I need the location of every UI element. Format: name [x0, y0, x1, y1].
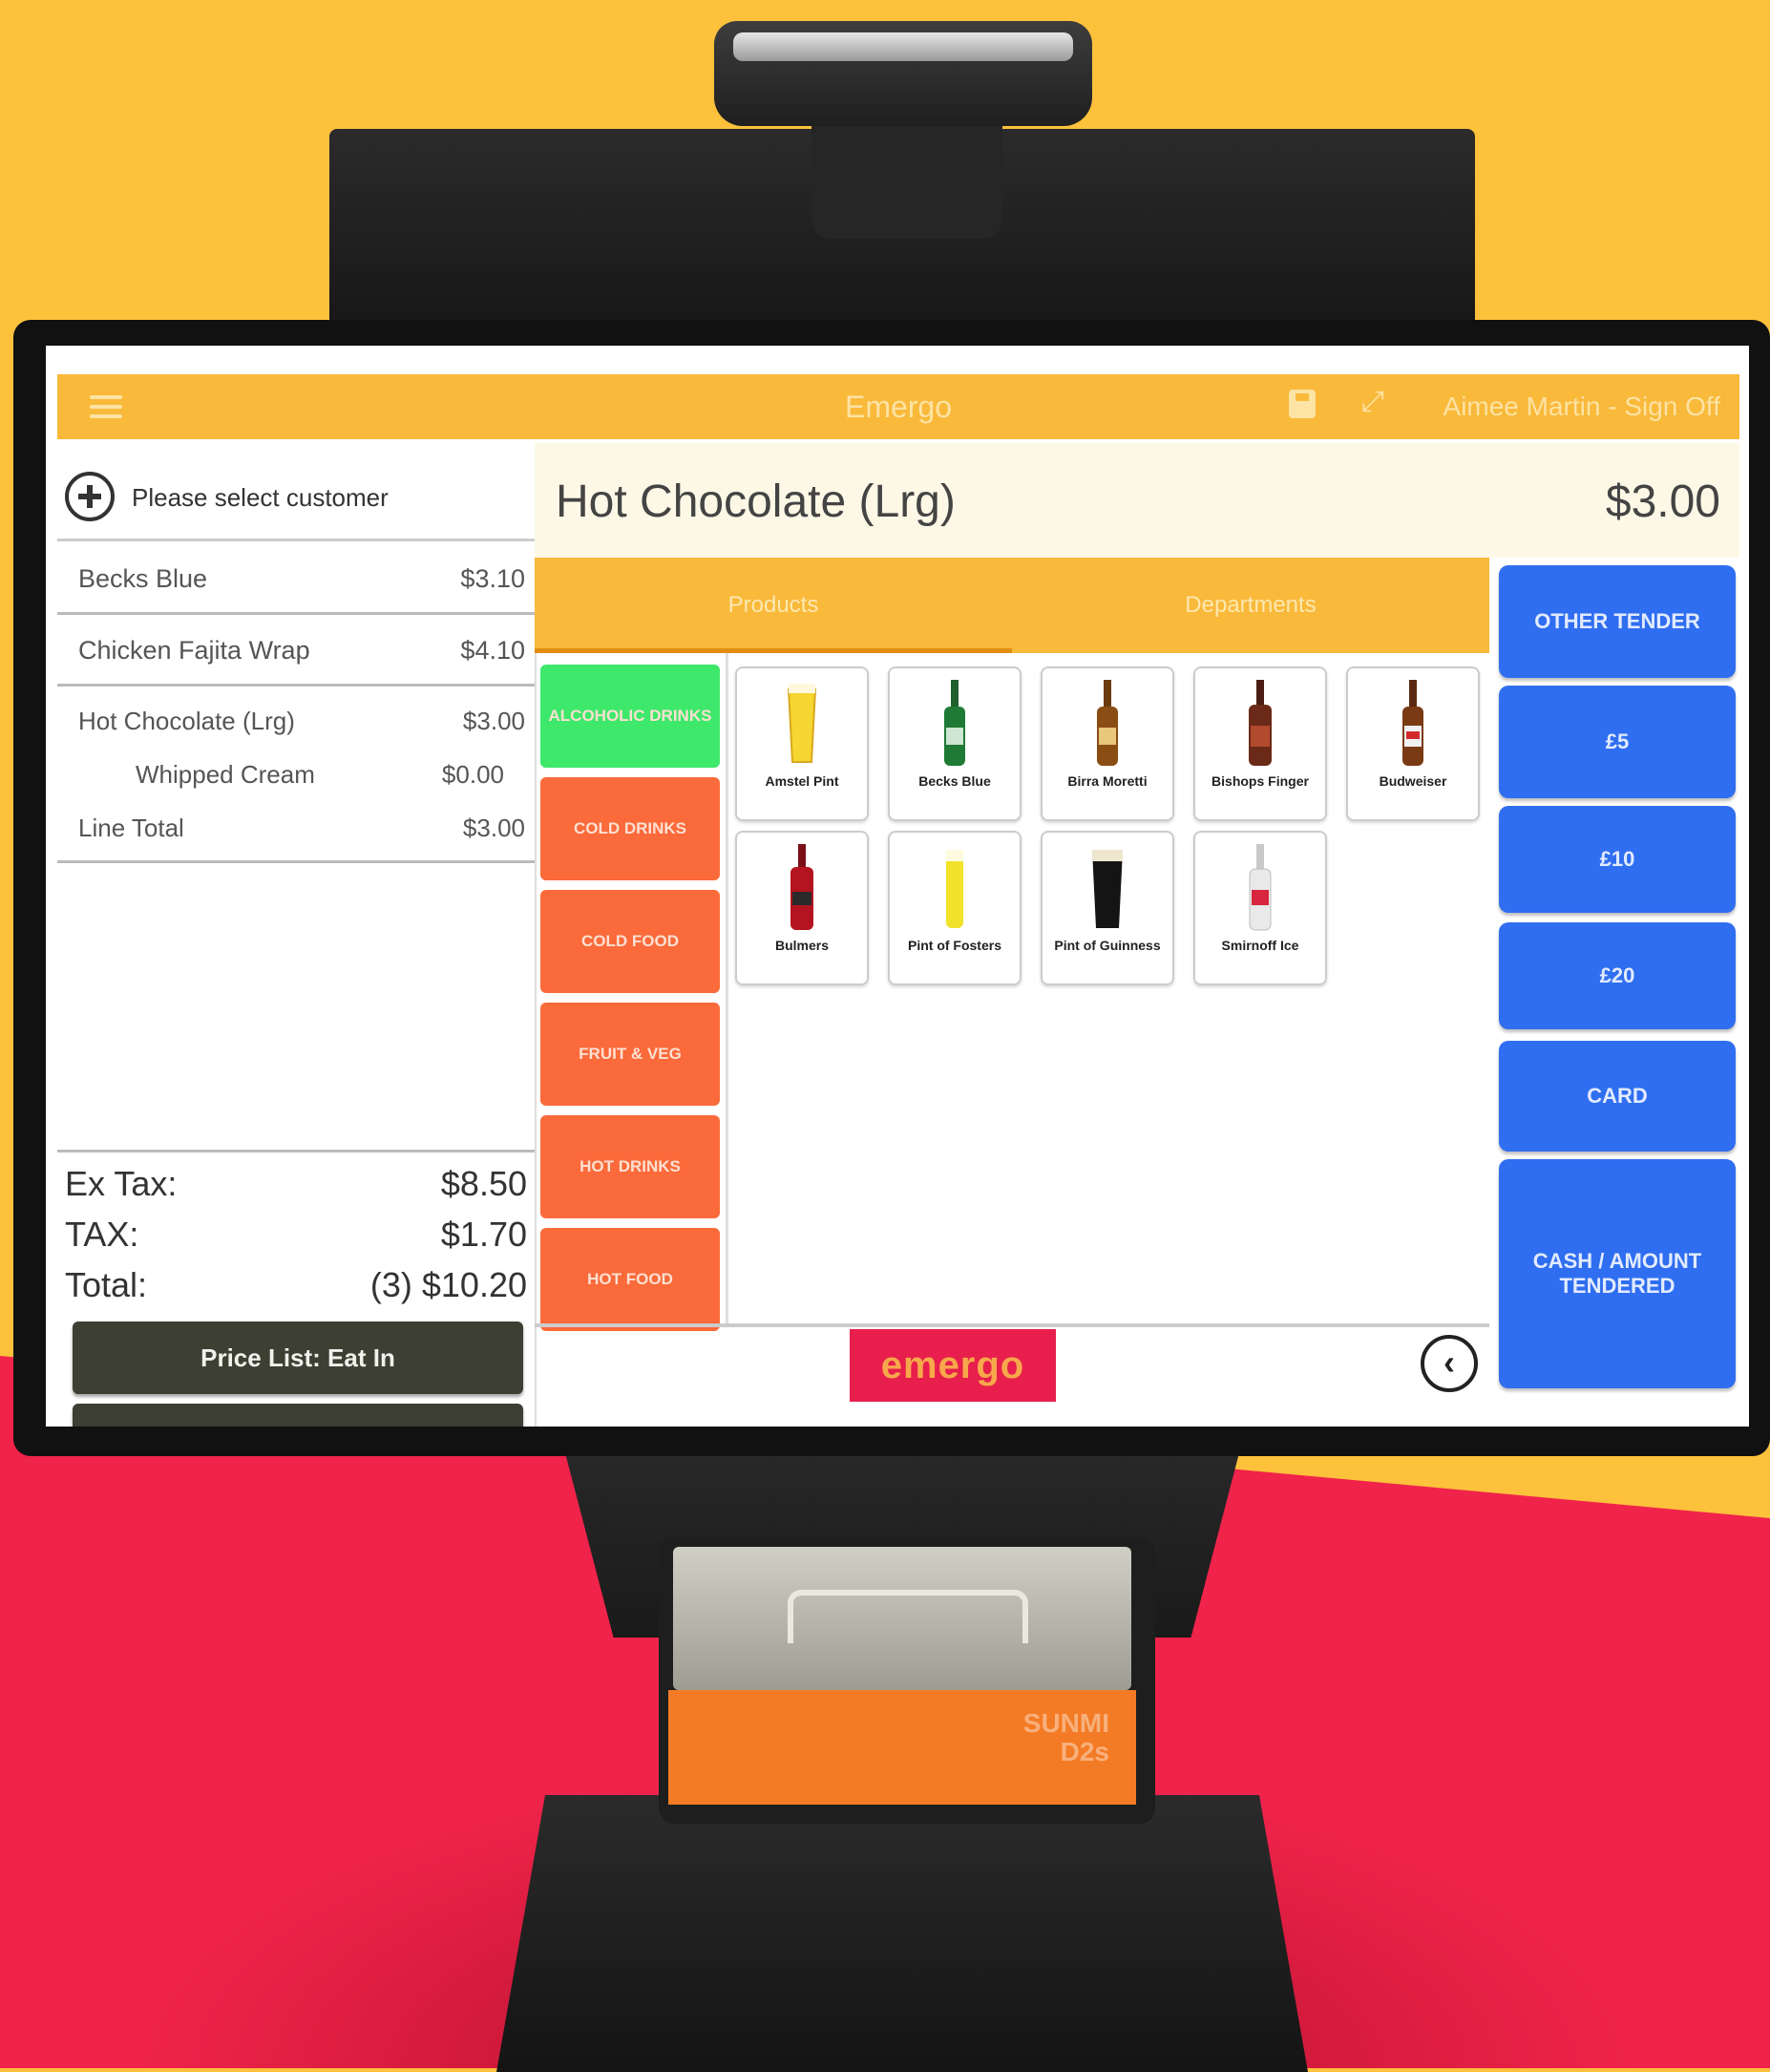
- product-label: Amstel Pint: [765, 773, 839, 789]
- tender-10-button[interactable]: £10: [1499, 806, 1736, 913]
- product-label: Budweiser: [1379, 773, 1447, 789]
- order-line-price: $4.10: [460, 636, 525, 665]
- expand-icon[interactable]: ⤢: [1361, 386, 1384, 418]
- tender-20-button[interactable]: £20: [1499, 922, 1736, 1029]
- card-button[interactable]: CARD: [1499, 1041, 1736, 1152]
- pos-screen: Emergo ⤢ Aimee Martin - Sign Off Please …: [46, 346, 1749, 1427]
- modifier-price: $0.00: [441, 760, 504, 789]
- amber-bottle-icon: [1097, 680, 1118, 766]
- order-line-name: Chicken Fajita Wrap: [78, 636, 310, 665]
- ex-tax-label: Ex Tax:: [65, 1164, 178, 1203]
- other-tender-button[interactable]: OTHER TENDER: [1499, 565, 1736, 678]
- category-cold-drinks[interactable]: COLD DRINKS: [540, 777, 720, 880]
- green-bottle-icon: [944, 680, 965, 766]
- product-tile[interactable]: Bulmers: [735, 831, 869, 985]
- clear-bottle-icon: [1249, 844, 1272, 931]
- camera-unit: [714, 21, 1092, 126]
- customer-selector[interactable]: Please select customer: [57, 443, 535, 541]
- stout-glass-icon: [1092, 850, 1123, 928]
- order-line-price: $3.00: [462, 707, 525, 735]
- sign-off-link[interactable]: Aimee Martin - Sign Off: [1443, 391, 1720, 422]
- order-line-name: Hot Chocolate (Lrg): [78, 707, 295, 735]
- line-total-label: Line Total: [78, 814, 184, 842]
- total-row: Total: (3) $10.20: [65, 1265, 533, 1305]
- total-label: Total:: [65, 1265, 148, 1304]
- device-brand-label: SUNMI D2s: [668, 1690, 1136, 1805]
- category-cold-food[interactable]: COLD FOOD: [540, 890, 720, 993]
- product-tile[interactable]: Budweiser: [1346, 666, 1480, 821]
- order-line[interactable]: Chicken Fajita Wrap $4.10: [57, 615, 535, 687]
- footer-divider: [535, 1323, 1489, 1327]
- category-hot-food[interactable]: HOT FOOD: [540, 1228, 720, 1331]
- current-item-name: Hot Chocolate (Lrg): [556, 476, 956, 527]
- current-item-price: $3.00: [1605, 476, 1720, 527]
- chevron-left-icon[interactable]: ‹: [1421, 1335, 1478, 1392]
- category-divider: [726, 653, 728, 1323]
- order-line[interactable]: Becks Blue $3.10: [57, 543, 535, 615]
- cider-bottle-icon: [790, 844, 813, 930]
- customer-prompt: Please select customer: [132, 483, 389, 512]
- line-total-value: $3.00: [462, 814, 525, 842]
- tax-value: $1.70: [440, 1215, 527, 1254]
- tab-departments[interactable]: Departments: [1012, 558, 1489, 653]
- product-label: Pint of Guinness: [1054, 938, 1161, 953]
- tax-label: TAX:: [65, 1215, 139, 1254]
- tab-products[interactable]: Products: [535, 558, 1012, 653]
- total-value: (3) $10.20: [369, 1265, 527, 1304]
- tax-row: TAX: $1.70: [65, 1215, 533, 1255]
- product-label: Pint of Fosters: [907, 938, 1001, 953]
- totals-divider: [57, 1150, 535, 1152]
- add-customer-icon[interactable]: [65, 472, 115, 521]
- red-label-bottle-icon: [1402, 680, 1423, 766]
- ale-bottle-icon: [1249, 680, 1272, 766]
- product-label: Becks Blue: [918, 773, 991, 789]
- save-icon[interactable]: [1289, 390, 1316, 418]
- camera-neck: [811, 115, 1002, 239]
- product-tile[interactable]: Birra Moretti: [1041, 666, 1174, 821]
- category-alcoholic-drinks[interactable]: ALCOHOLIC DRINKS: [540, 665, 720, 768]
- pint-glass-icon: [787, 684, 817, 763]
- printer-slot: [788, 1590, 1028, 1643]
- product-tile[interactable]: Smirnoff Ice: [1193, 831, 1327, 985]
- emergo-logo: emergo: [850, 1329, 1056, 1402]
- modifier-name: Whipped Cream: [136, 760, 315, 789]
- tab-bar: Products Departments: [535, 558, 1489, 653]
- brand-line1: SUNMI: [1022, 1708, 1109, 1738]
- product-tile[interactable]: Pint of Fosters: [888, 831, 1022, 985]
- current-item-header: Hot Chocolate (Lrg) $3.00: [535, 443, 1739, 558]
- order-line-name: Becks Blue: [78, 564, 208, 593]
- lager-glass-icon: [946, 850, 963, 928]
- product-label: Smirnoff Ice: [1221, 938, 1299, 953]
- order-panel: Please select customer Becks Blue $3.10 …: [57, 443, 537, 1427]
- tender-5-button[interactable]: £5: [1499, 686, 1736, 798]
- assigned-button[interactable]: Assigned: Aimee Martin: [73, 1404, 523, 1427]
- category-hot-drinks[interactable]: HOT DRINKS: [540, 1115, 720, 1218]
- ex-tax-value: $8.50: [440, 1164, 527, 1203]
- product-tile[interactable]: Bishops Finger: [1193, 666, 1327, 821]
- category-fruit-veg[interactable]: FRUIT & VEG: [540, 1003, 720, 1106]
- cash-amount-tendered-button[interactable]: CASH / AMOUNT TENDERED: [1499, 1159, 1736, 1388]
- product-tile[interactable]: Amstel Pint: [735, 666, 869, 821]
- product-label: Birra Moretti: [1067, 773, 1148, 789]
- order-line-price: $3.10: [460, 564, 525, 593]
- price-list-button[interactable]: Price List: Eat In: [73, 1321, 523, 1394]
- product-tile[interactable]: Becks Blue: [888, 666, 1022, 821]
- brand-line2: D2s: [1060, 1737, 1109, 1766]
- camera-strip: [733, 32, 1073, 61]
- stand-base: [496, 1795, 1308, 2072]
- order-line-selected[interactable]: Hot Chocolate (Lrg) $3.00 Whipped Cream …: [57, 684, 535, 863]
- top-bar: Emergo ⤢ Aimee Martin - Sign Off: [57, 374, 1739, 439]
- ex-tax-row: Ex Tax: $8.50: [65, 1164, 533, 1204]
- product-label: Bishops Finger: [1212, 773, 1309, 789]
- product-label: Bulmers: [774, 938, 830, 953]
- product-tile[interactable]: Pint of Guinness: [1041, 831, 1174, 985]
